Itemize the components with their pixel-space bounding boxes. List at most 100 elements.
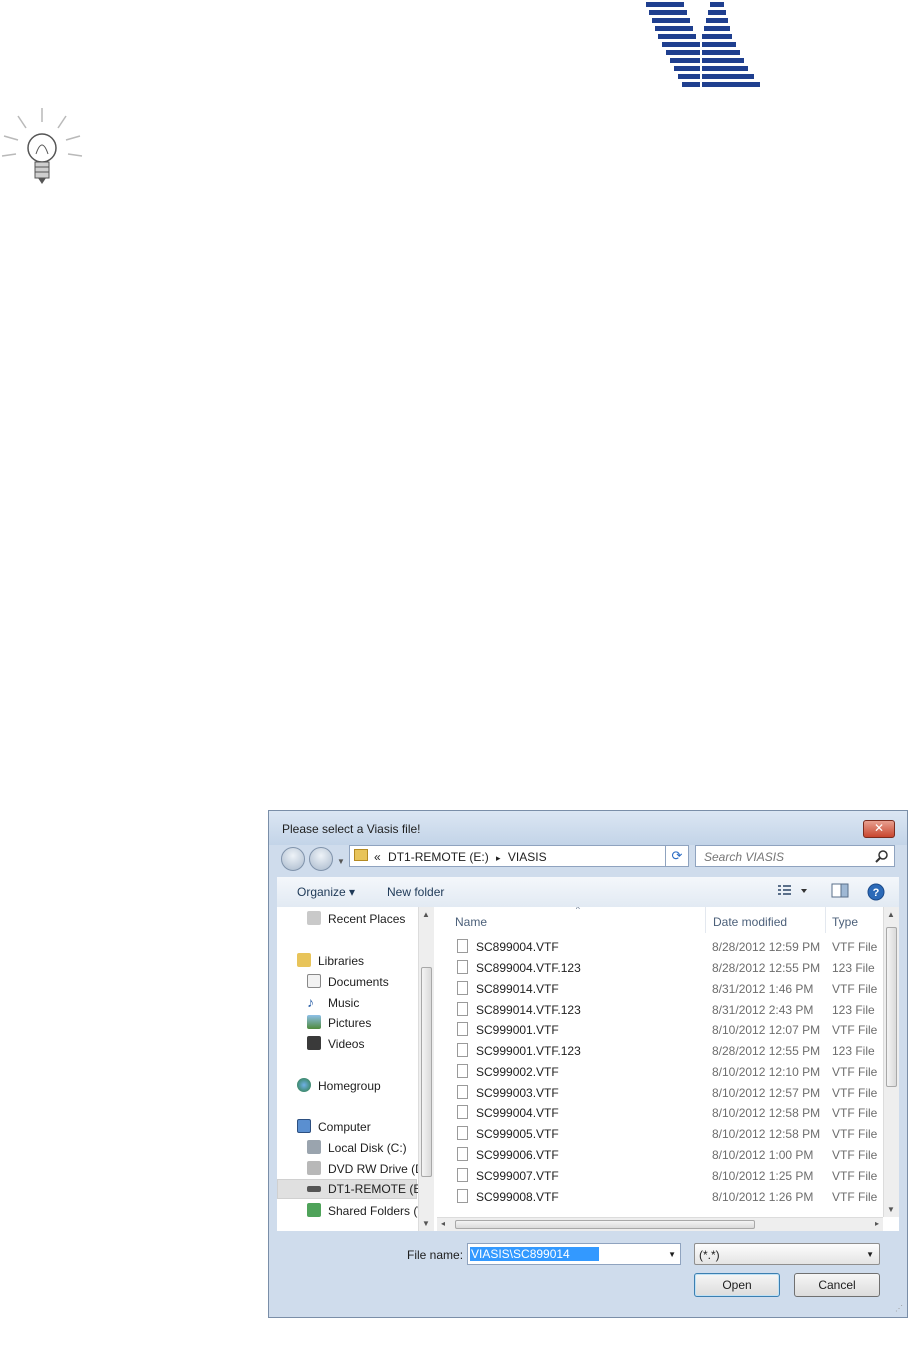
file-row[interactable]: SC999002.VTF 8/10/2012 12:10 PM VTF File xyxy=(437,1062,883,1083)
file-type: VTF File xyxy=(832,1190,878,1204)
scroll-right-arrow[interactable]: ▸ xyxy=(875,1219,879,1228)
homegroup-icon xyxy=(297,1078,311,1092)
nav-item-local-disk[interactable]: Local Disk (C:) xyxy=(277,1138,417,1158)
refresh-button[interactable]: ⟳ xyxy=(665,845,689,867)
help-icon[interactable]: ? xyxy=(867,883,885,901)
nav-item-dvd-drive[interactable]: DVD RW Drive (D xyxy=(277,1159,424,1179)
back-button[interactable] xyxy=(281,847,305,871)
file-name-combobox[interactable]: ▼ xyxy=(467,1243,681,1265)
forward-button[interactable] xyxy=(309,847,333,871)
file-icon xyxy=(457,1105,468,1119)
file-date: 8/31/2012 2:43 PM xyxy=(712,1003,814,1017)
file-name: SC899004.VTF.123 xyxy=(476,961,581,975)
close-button[interactable]: ✕ xyxy=(863,820,895,838)
file-row[interactable]: SC999005.VTF 8/10/2012 12:58 PM VTF File xyxy=(437,1124,883,1145)
breadcrumb-separator[interactable]: ▸ xyxy=(496,853,501,863)
nav-item-pictures[interactable]: Pictures xyxy=(277,1013,417,1033)
nav-pane-scrollbar[interactable]: ▲ ▼ xyxy=(418,907,434,1231)
breadcrumb-overflow[interactable]: « xyxy=(374,850,381,864)
nav-item-shared-folders[interactable]: Shared Folders (\ xyxy=(277,1201,421,1221)
breadcrumb-item-folder[interactable]: VIASIS xyxy=(508,850,547,864)
search-box[interactable] xyxy=(695,845,895,867)
search-input[interactable] xyxy=(702,849,876,865)
network-drive-icon xyxy=(307,1186,321,1192)
recent-locations-dropdown[interactable]: ▼ xyxy=(337,857,345,866)
nav-item-music[interactable]: ♪ Music xyxy=(277,993,417,1013)
scroll-thumb[interactable] xyxy=(421,967,432,1177)
file-list-horizontal-scrollbar[interactable]: ◂ ▸ xyxy=(437,1217,883,1231)
resize-grip-icon[interactable]: ⋰ xyxy=(895,1304,903,1313)
command-bar: Organize ▾ New folder ? xyxy=(277,877,899,908)
file-row[interactable]: SC899004.VTF.123 8/28/2012 12:55 PM 123 Fi… xyxy=(437,958,883,979)
local-disk-icon xyxy=(307,1140,321,1154)
file-row[interactable]: SC999003.VTF 8/10/2012 12:57 PM VTF File xyxy=(437,1083,883,1104)
file-row[interactable]: SC999001.VTF.123 8/28/2012 12:55 PM 123 Fi… xyxy=(437,1041,883,1062)
file-row[interactable]: SC999004.VTF 8/10/2012 12:58 PM VTF File xyxy=(437,1103,883,1124)
file-name: SC999005.VTF xyxy=(476,1127,559,1141)
file-type-select[interactable]: (*.*) ▼ xyxy=(694,1243,880,1265)
breadcrumb-item-drive[interactable]: DT1-REMOTE (E:) xyxy=(388,850,489,864)
file-row[interactable]: SC899014.VTF 8/31/2012 1:46 PM VTF File xyxy=(437,979,883,1000)
lightbulb-icon xyxy=(1,108,83,184)
file-type: VTF File xyxy=(832,1169,878,1183)
scroll-up-arrow[interactable]: ▲ xyxy=(887,910,895,919)
new-folder-button[interactable]: New folder xyxy=(387,885,444,899)
column-header-date[interactable]: Date modified xyxy=(713,915,787,929)
open-button[interactable]: Open xyxy=(694,1273,780,1297)
nav-item-documents[interactable]: Documents xyxy=(277,972,417,992)
navigation-pane: Recent Places Libraries Documents ♪ Musi… xyxy=(277,907,435,1231)
nav-item-homegroup[interactable]: Homegroup xyxy=(277,1076,417,1096)
nav-item-libraries[interactable]: Libraries xyxy=(277,951,417,971)
computer-icon xyxy=(297,1119,311,1133)
file-list-scrollbar[interactable]: ▲ ▼ xyxy=(883,907,899,1217)
file-name-label: File name: xyxy=(407,1248,464,1262)
file-type-dropdown-icon[interactable]: ▼ xyxy=(866,1250,874,1259)
search-icon[interactable] xyxy=(875,849,889,863)
file-row[interactable]: SC999007.VTF 8/10/2012 1:25 PM VTF File xyxy=(437,1166,883,1187)
organize-button[interactable]: Organize ▾ xyxy=(297,885,355,899)
file-row[interactable]: SC999008.VTF 8/10/2012 1:26 PM VTF File xyxy=(437,1187,883,1208)
file-name: SC899014.VTF xyxy=(476,982,559,996)
column-header-type[interactable]: Type xyxy=(832,915,858,929)
address-bar[interactable]: « DT1-REMOTE (E:) ▸ VIASIS ▼ xyxy=(349,845,689,867)
nav-item-recent-places[interactable]: Recent Places xyxy=(277,909,417,929)
scroll-thumb[interactable] xyxy=(886,927,897,1087)
file-date: 8/10/2012 1:26 PM xyxy=(712,1190,814,1204)
nav-item-label: Documents xyxy=(328,975,389,989)
file-type: VTF File xyxy=(832,940,878,954)
column-divider[interactable] xyxy=(825,907,826,933)
file-row[interactable]: SC899004.VTF 8/28/2012 12:59 PM VTF File xyxy=(437,937,883,958)
scroll-up-arrow[interactable]: ▲ xyxy=(422,910,430,919)
scroll-down-arrow[interactable]: ▼ xyxy=(422,1219,430,1228)
column-divider[interactable] xyxy=(705,907,706,933)
file-row[interactable]: SC899014.VTF.123 8/31/2012 2:43 PM 123 Fil… xyxy=(437,1000,883,1021)
view-options-icon[interactable] xyxy=(777,883,811,899)
nav-item-label: Pictures xyxy=(328,1016,372,1030)
file-type-value: (*.*) xyxy=(699,1248,720,1262)
file-icon xyxy=(457,1043,468,1057)
file-row[interactable]: SC999006.VTF 8/10/2012 1:00 PM VTF File xyxy=(437,1145,883,1166)
nav-item-computer[interactable]: Computer xyxy=(277,1117,417,1137)
file-name-input[interactable] xyxy=(470,1247,599,1261)
column-header-name[interactable]: Name xyxy=(455,915,487,929)
nav-item-videos[interactable]: Videos xyxy=(277,1034,417,1054)
scroll-left-arrow[interactable]: ◂ xyxy=(441,1219,445,1228)
cancel-button[interactable]: Cancel xyxy=(794,1273,880,1297)
title-bar: Please select a Viasis file! ✕ xyxy=(269,811,907,845)
file-date: 8/28/2012 12:55 PM xyxy=(712,1044,821,1058)
column-headers: Name ^ Date modified Type xyxy=(437,907,883,933)
file-name-dropdown-icon[interactable]: ▼ xyxy=(668,1250,676,1259)
file-date: 8/10/2012 12:58 PM xyxy=(712,1106,821,1120)
dvd-drive-icon xyxy=(307,1161,321,1175)
file-icon xyxy=(457,960,468,974)
file-type: 123 File xyxy=(832,1003,875,1017)
file-type: 123 File xyxy=(832,1044,875,1058)
file-type: VTF File xyxy=(832,1086,878,1100)
file-row[interactable]: SC999001.VTF 8/10/2012 12:07 PM VTF File xyxy=(437,1020,883,1041)
breadcrumb: « DT1-REMOTE (E:) ▸ VIASIS xyxy=(374,850,551,864)
file-name: SC999001.VTF xyxy=(476,1023,559,1037)
preview-pane-icon[interactable] xyxy=(831,883,849,899)
nav-item-dt1-remote[interactable]: DT1-REMOTE (E: xyxy=(277,1179,425,1199)
horizontal-scroll-thumb[interactable] xyxy=(455,1220,755,1229)
scroll-down-arrow[interactable]: ▼ xyxy=(887,1205,895,1214)
